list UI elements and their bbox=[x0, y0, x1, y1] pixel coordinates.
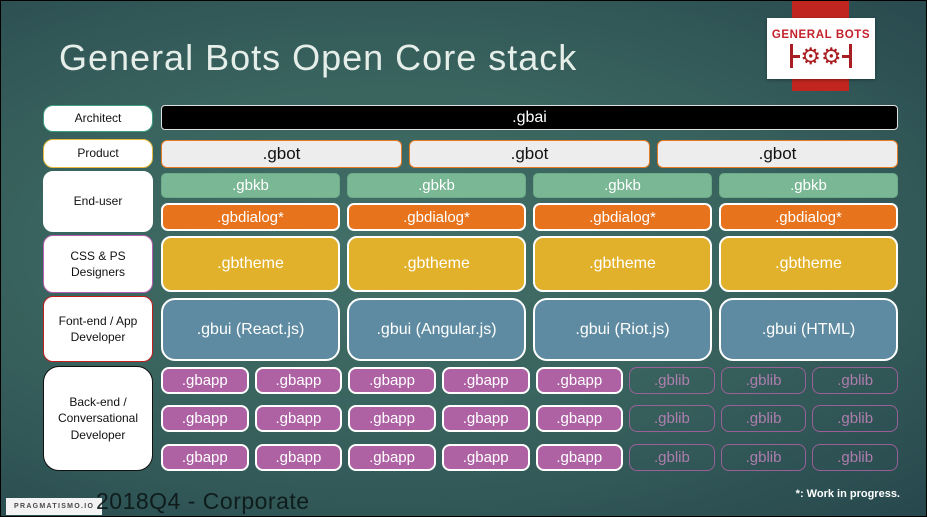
backend-row-2: .gbapp .gbapp .gbapp .gbapp .gbapp .gbli… bbox=[161, 405, 898, 432]
role-label-css-ps-designers: CSS & PS Designers bbox=[43, 235, 153, 293]
backend-row-3: .gbapp .gbapp .gbapp .gbapp .gbapp .gbli… bbox=[161, 444, 898, 471]
gbkb-box: .gbkb bbox=[533, 173, 712, 198]
gblib-box: .gblib bbox=[720, 444, 807, 471]
gbapp-box: .gbapp bbox=[161, 405, 249, 432]
gbui-riot-box: .gbui (Riot.js) bbox=[533, 298, 712, 361]
gblib-box: .gblib bbox=[812, 444, 898, 471]
gbdialog-box: .gbdialog* bbox=[719, 203, 898, 231]
gbdialog-box: .gbdialog* bbox=[161, 203, 340, 231]
gbot-box: .gbot bbox=[161, 140, 402, 168]
work-in-progress-footnote: *: Work in progress. bbox=[795, 488, 900, 500]
pragmatismo-logo: PRAGMATISMO.IO bbox=[6, 498, 103, 515]
gblib-box: .gblib bbox=[629, 405, 715, 432]
gbtheme-box: .gbtheme bbox=[161, 236, 340, 292]
gbui-row: .gbui (React.js) .gbui (Angular.js) .gbu… bbox=[161, 298, 898, 361]
gblib-box: .gblib bbox=[629, 444, 715, 471]
role-label-architect: Architect bbox=[43, 105, 153, 132]
role-label-backend-conversational-developer: Back-end / Conversational Developer bbox=[43, 366, 153, 471]
role-label-frontend-app-developer: Font-end / App Developer bbox=[43, 296, 153, 362]
gbot-row: .gbot .gbot .gbot bbox=[161, 140, 898, 168]
gblib-box: .gblib bbox=[812, 405, 898, 432]
gbapp-box: .gbapp bbox=[254, 444, 343, 471]
gbapp-box: .gbapp bbox=[535, 367, 624, 394]
gear-icon: ⚙ bbox=[821, 42, 842, 69]
gbdialog-box: .gbdialog* bbox=[347, 203, 526, 231]
gbtheme-box: .gbtheme bbox=[347, 236, 526, 292]
gbai-box: .gbai bbox=[161, 105, 898, 130]
slide-canvas: General Bots Open Core stack GENERAL BOT… bbox=[0, 0, 927, 517]
gbapp-box: .gbapp bbox=[254, 367, 343, 394]
gears-icon: ⚙ ⚙ bbox=[790, 42, 852, 69]
gbai-row: .gbai bbox=[161, 105, 898, 130]
gbdialog-row: .gbdialog* .gbdialog* .gbdialog* .gbdial… bbox=[161, 203, 898, 231]
gbapp-box: .gbapp bbox=[535, 444, 624, 471]
gear-icon: ⚙ bbox=[800, 42, 821, 69]
gbapp-box: .gbapp bbox=[348, 444, 436, 471]
gblib-box: .gblib bbox=[720, 405, 807, 432]
gbkb-row: .gbkb .gbkb .gbkb .gbkb bbox=[161, 173, 898, 198]
gblib-box: .gblib bbox=[720, 367, 807, 394]
role-label-product: Product bbox=[43, 139, 153, 168]
gbkb-box: .gbkb bbox=[347, 173, 526, 198]
gbapp-box: .gbapp bbox=[441, 367, 530, 394]
gbapp-box: .gbapp bbox=[348, 367, 436, 394]
gbtheme-box: .gbtheme bbox=[719, 236, 898, 292]
gbkb-box: .gbkb bbox=[161, 173, 340, 198]
role-label-end-user: End-user bbox=[43, 171, 153, 232]
gbapp-box: .gbapp bbox=[161, 367, 249, 394]
gear-bar-right bbox=[848, 44, 852, 68]
page-title: General Bots Open Core stack bbox=[59, 37, 578, 78]
gbapp-box: .gbapp bbox=[535, 405, 624, 432]
logo-brand-text: GENERAL BOTS bbox=[771, 29, 871, 41]
footer-version-text: 2018Q4 - Corporate bbox=[96, 488, 310, 514]
gblib-box: .gblib bbox=[812, 367, 898, 394]
general-bots-logo: GENERAL BOTS ⚙ ⚙ bbox=[767, 18, 875, 79]
gbui-html-box: .gbui (HTML) bbox=[719, 298, 898, 361]
gbapp-box: .gbapp bbox=[161, 444, 249, 471]
gblib-box: .gblib bbox=[629, 367, 715, 394]
gear-stub-right bbox=[841, 54, 849, 58]
backend-row-1: .gbapp .gbapp .gbapp .gbapp .gbapp .gbli… bbox=[161, 367, 898, 394]
gbot-box: .gbot bbox=[657, 140, 898, 168]
gbapp-box: .gbapp bbox=[441, 444, 530, 471]
gbapp-box: .gbapp bbox=[441, 405, 530, 432]
gbot-box: .gbot bbox=[409, 140, 650, 168]
gbdialog-box: .gbdialog* bbox=[533, 203, 712, 231]
gbtheme-row: .gbtheme .gbtheme .gbtheme .gbtheme bbox=[161, 236, 898, 292]
gbui-react-box: .gbui (React.js) bbox=[161, 298, 340, 361]
gbapp-box: .gbapp bbox=[348, 405, 436, 432]
gbtheme-box: .gbtheme bbox=[533, 236, 712, 292]
gear-stub-left bbox=[793, 54, 801, 58]
gbapp-box: .gbapp bbox=[254, 405, 343, 432]
gbkb-box: .gbkb bbox=[719, 173, 898, 198]
gbui-angular-box: .gbui (Angular.js) bbox=[347, 298, 526, 361]
